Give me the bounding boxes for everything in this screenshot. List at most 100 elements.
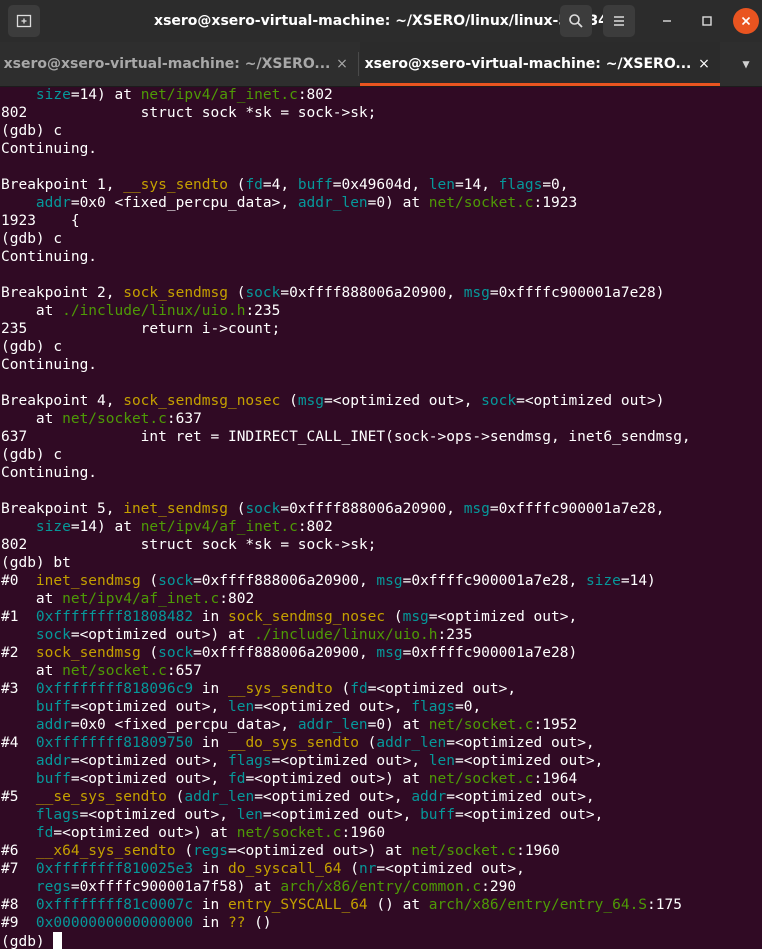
terminal-text: Continuing. xyxy=(1,249,98,265)
terminal-line: addr=0x0 <fixed_percpu_data>, addr_len=0… xyxy=(1,194,577,212)
terminal-line: Continuing. xyxy=(1,248,97,266)
maximize-button[interactable] xyxy=(694,8,720,34)
tab-terminal-1[interactable]: xsero@xsero-virtual-machine: ~/XSERO... … xyxy=(0,42,358,86)
terminal-text: ( xyxy=(140,573,159,589)
gdb-prompt: (gdb) xyxy=(1,934,54,949)
terminal-text: buff xyxy=(35,699,71,715)
terminal-text: =<optimized out>, xyxy=(70,753,228,769)
terminal-text: flags xyxy=(411,699,455,715)
terminal-line: #6 __x64_sys_sendto (regs=<optimized out… xyxy=(1,842,560,860)
terminal-text: net/socket.c xyxy=(428,771,534,787)
terminal-text: sock xyxy=(35,627,71,643)
terminal-text: Continuing. xyxy=(1,141,98,157)
terminal-text: =0, xyxy=(542,177,569,193)
terminal-text: entry_SYSCALL_64 xyxy=(227,897,368,913)
search-button[interactable] xyxy=(560,5,592,37)
terminal-prompt-line[interactable]: (gdb) xyxy=(1,932,63,949)
terminal-text: buff xyxy=(35,771,71,787)
terminal-text: :657 xyxy=(166,663,202,679)
terminal-text: sock xyxy=(245,285,281,301)
terminal-text: 235 return i->count; xyxy=(1,321,281,337)
terminal-text: net/socket.c xyxy=(62,663,167,679)
terminal-output[interactable]: size=14) at net/ipv4/af_inet.c:802 802 st… xyxy=(1,86,761,949)
terminal-text: ( xyxy=(280,393,298,409)
terminal-line: buff=<optimized out>, len=<optimized out… xyxy=(1,698,481,716)
tab-close-icon[interactable]: × xyxy=(334,42,350,86)
terminal-text: 0xffffffff810025e3 xyxy=(35,861,194,877)
terminal-text: in xyxy=(193,735,228,751)
terminal-text: ./include/linux/uio.h xyxy=(254,627,438,643)
terminal-text: =14) at xyxy=(70,519,141,535)
terminal-text: :637 xyxy=(166,411,202,427)
terminal-text: Breakpoint 2, xyxy=(1,285,124,301)
menu-button[interactable] xyxy=(603,5,635,37)
terminal-text: sock_sendmsg_nosec xyxy=(227,609,386,625)
minimize-button[interactable] xyxy=(654,8,680,34)
terminal-text: (gdb) c xyxy=(1,339,63,355)
terminal-text: fd xyxy=(227,771,246,787)
terminal-line: Continuing. xyxy=(1,464,97,482)
terminal-text: ( xyxy=(175,843,194,859)
terminal-text: (gdb) c xyxy=(1,231,63,247)
terminal-text: :802 xyxy=(219,591,255,607)
terminal-text: len xyxy=(227,699,255,715)
terminal-text: () xyxy=(245,915,272,931)
terminal-text: 802 struct sock *sk = sock->sk; xyxy=(1,537,377,553)
terminal-text: fd xyxy=(35,825,54,841)
terminal-text: =14) xyxy=(620,573,656,589)
terminal-line: (gdb) c xyxy=(1,230,62,248)
window-title: xsero@xsero-virtual-machine: ~/XSERO/lin… xyxy=(154,13,608,29)
tab-label: xsero@xsero-virtual-machine: ~/XSERO... xyxy=(3,56,331,72)
terminal-line: Breakpoint 2, sock_sendmsg (sock=0xffff8… xyxy=(1,284,665,302)
terminal-text: =<optimized out>) at xyxy=(245,771,429,787)
terminal-text: #0 xyxy=(1,573,36,589)
tab-terminal-2[interactable]: xsero@xsero-virtual-machine: ~/XSERO... … xyxy=(360,42,720,86)
terminal-text: =<optimized out>, xyxy=(262,807,421,823)
tab-close-icon[interactable]: × xyxy=(696,42,712,86)
terminal-line: #5 __se_sys_sendto (addr_len=<optimized … xyxy=(1,788,595,806)
close-button[interactable] xyxy=(733,8,759,34)
terminal-text: buff xyxy=(420,807,455,823)
terminal-line: size=14) at net/ipv4/af_inet.c:802 xyxy=(1,86,333,104)
terminal-text: in xyxy=(193,681,228,697)
terminal-line: #0 inet_sendmsg (sock=0xffff888006a20900… xyxy=(1,572,656,590)
terminal-text: sock_sendmsg xyxy=(35,645,141,661)
terminal-text: :802 xyxy=(297,87,333,103)
terminal-text: =<optimized out>, xyxy=(79,807,237,823)
terminal-line: Breakpoint 1, __sys_sendto (fd=4, buff=0… xyxy=(1,176,569,194)
terminal-text: net/socket.c xyxy=(62,411,167,427)
terminal-text: :1952 xyxy=(533,717,578,733)
terminal-text: fd xyxy=(245,177,263,193)
terminal-text: 0xffffffff81c0007c xyxy=(35,897,194,913)
tab-label: xsero@xsero-virtual-machine: ~/XSERO... xyxy=(364,56,692,72)
terminal-text: net/ipv4/af_inet.c xyxy=(140,87,298,103)
terminal-text: addr_len xyxy=(184,789,255,805)
terminal-text: Continuing. xyxy=(1,357,98,373)
terminal-text: flags xyxy=(35,807,80,823)
terminal-text: =14, xyxy=(455,177,499,193)
terminal-line: addr=0x0 <fixed_percpu_data>, addr_len=0… xyxy=(1,716,577,734)
terminal-text: ( xyxy=(166,789,185,805)
terminal-line: Breakpoint 4, sock_sendmsg_nosec (msg=<o… xyxy=(1,392,665,410)
hamburger-menu-icon xyxy=(614,16,624,26)
terminal-text: 1923 { xyxy=(1,213,80,229)
terminal-text: =<optimized out>, xyxy=(70,699,228,715)
terminal-text: len xyxy=(428,177,455,193)
terminal-text: (gdb) c xyxy=(1,447,63,463)
terminal-text: =<optimized out>, xyxy=(367,681,517,697)
terminal-text: nr xyxy=(358,861,377,877)
tab-bar: xsero@xsero-virtual-machine: ~/XSERO... … xyxy=(0,42,762,87)
terminal-text: #2 xyxy=(1,645,36,661)
tab-list-dropdown-icon[interactable]: ▼ xyxy=(736,42,756,86)
terminal-text: =0) at xyxy=(367,195,429,211)
terminal-text: #1 xyxy=(1,609,36,625)
terminal-text: net/ipv4/af_inet.c xyxy=(62,591,220,607)
title-bar: xsero@xsero-virtual-machine: ~/XSERO/lin… xyxy=(0,0,762,42)
terminal-line: at net/socket.c:657 xyxy=(1,662,202,680)
terminal-line: 235 return i->count; xyxy=(1,320,280,338)
terminal-line: fd=<optimized out>) at net/socket.c:1960 xyxy=(1,824,385,842)
terminal-text: :1923 xyxy=(533,195,578,211)
